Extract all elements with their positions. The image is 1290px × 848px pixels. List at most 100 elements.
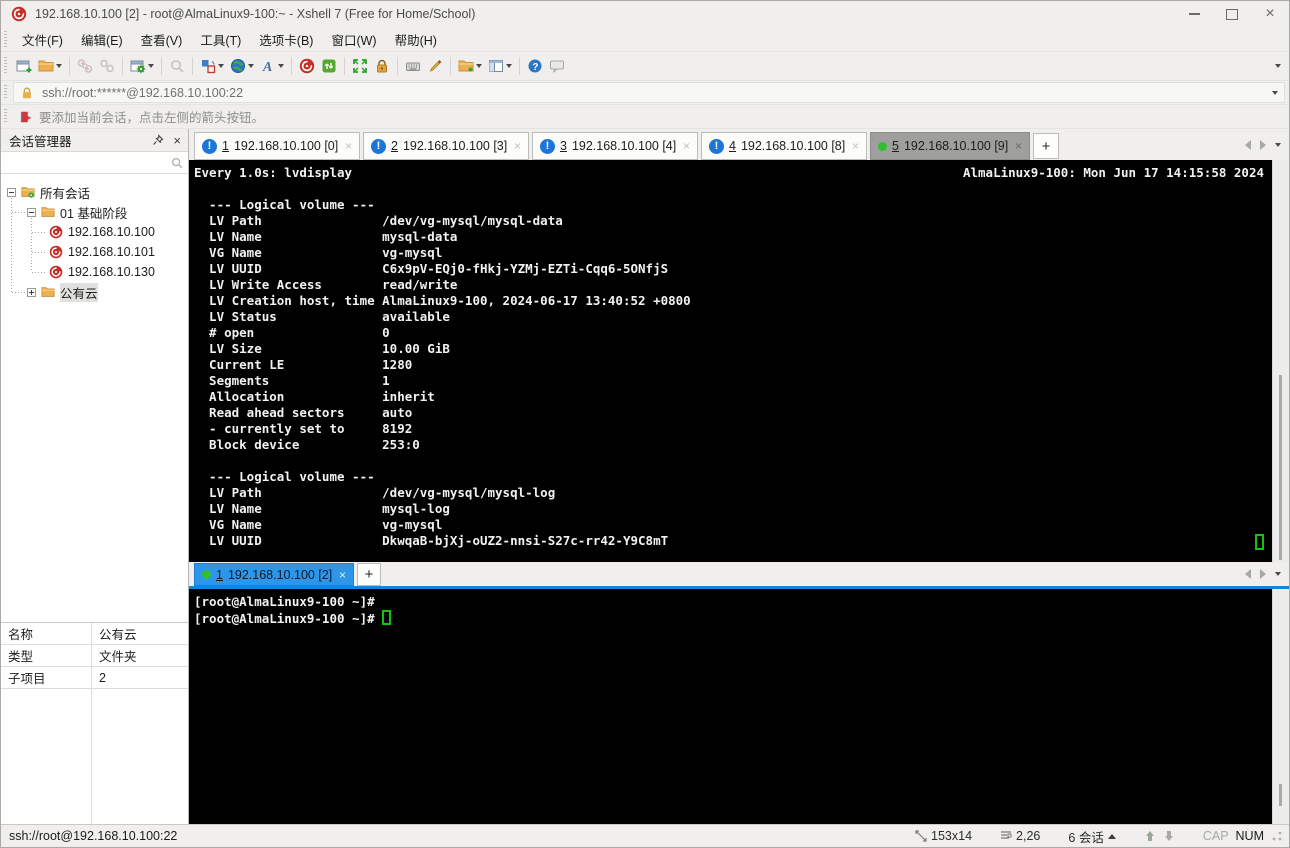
scrollbar-thumb[interactable] (1279, 784, 1282, 806)
toolbar-separator (450, 57, 451, 75)
scroll-tabs-right-icon[interactable] (1260, 139, 1266, 150)
tab-session-5-active[interactable]: 5 192.168.10.100 [9] × (870, 132, 1030, 160)
scroll-tabs-right-icon[interactable] (1260, 569, 1266, 579)
tab-session-2[interactable]: 2 192.168.10.100 [3] × (363, 132, 529, 160)
search-icon (171, 60, 184, 73)
toolbar-overflow-caret-icon[interactable] (1275, 64, 1281, 68)
lock-button[interactable] (371, 54, 393, 78)
expand-expander-icon[interactable] (27, 287, 36, 297)
menu-window[interactable]: 窗口(W) (322, 27, 385, 52)
terminal-bottom-scrollbar[interactable] (1272, 589, 1289, 824)
tab-close-icon[interactable]: × (1015, 139, 1022, 153)
new-terminal-button[interactable] (455, 54, 485, 78)
find-button[interactable] (166, 54, 188, 78)
address-input[interactable] (40, 84, 1266, 101)
fullscreen-button[interactable] (349, 54, 371, 78)
toolbar-grip[interactable] (4, 56, 7, 76)
scroll-down-icon[interactable] (1163, 830, 1175, 842)
scroll-tabs-left-icon[interactable] (1245, 569, 1251, 579)
session-properties-button[interactable] (127, 54, 157, 78)
dropdown-caret-icon[interactable] (218, 64, 224, 68)
collapse-expander-icon[interactable] (7, 187, 16, 197)
tab-session-1[interactable]: 1 192.168.10.100 [0] × (194, 132, 360, 160)
tab-list-caret-icon[interactable] (1275, 142, 1281, 147)
addressbar-grip[interactable] (4, 85, 7, 100)
num-lock-indicator: NUM (1235, 829, 1264, 843)
property-row[interactable]: 名称 公有云 (1, 623, 188, 645)
tab-close-icon[interactable]: × (345, 139, 352, 153)
tree-item-label: 192.168.10.100 (68, 225, 155, 239)
terminal-top-screen[interactable]: Every 1.0s: lvdisplay AlmaLinux9-100: Mo… (189, 160, 1272, 562)
font-button[interactable]: A (257, 54, 287, 78)
tab-close-icon[interactable]: × (852, 139, 859, 153)
globe-icon (231, 59, 245, 73)
tree-item-folder-base[interactable]: 01 基础阶段 (1, 202, 188, 222)
compose-pen-button[interactable] (424, 54, 446, 78)
tree-item-session-100[interactable]: 192.168.10.100 (1, 222, 188, 242)
tab-session-bottom-active[interactable]: 1 192.168.10.100 [2] × (194, 563, 354, 586)
web-button[interactable] (227, 54, 257, 78)
new-tab-button[interactable]: + (357, 563, 381, 586)
new-session-button[interactable] (13, 54, 35, 78)
session-icon (49, 245, 63, 259)
menu-tools[interactable]: 工具(T) (191, 27, 250, 52)
property-row[interactable]: 类型 文件夹 (1, 645, 188, 667)
dropdown-caret-icon[interactable] (148, 64, 154, 68)
scroll-up-icon[interactable] (1144, 830, 1156, 842)
open-session-button[interactable] (35, 54, 65, 78)
main-area: 会话管理器 × 所有会话 01 基础阶段 192.168.10.100 192.… (1, 129, 1289, 824)
terminal-bottom[interactable]: [root@AlmaLinux9-100 ~]# [root@AlmaLinux… (189, 589, 1289, 824)
terminal-bottom-screen[interactable]: [root@AlmaLinux9-100 ~]# [root@AlmaLinux… (189, 589, 1272, 824)
menu-file[interactable]: 文件(F) (13, 27, 72, 52)
tree-item-session-101[interactable]: 192.168.10.101 (1, 242, 188, 262)
pin-icon[interactable] (152, 134, 164, 146)
session-search-input[interactable] (5, 154, 170, 171)
dropdown-caret-icon[interactable] (248, 64, 254, 68)
tab-close-icon[interactable]: × (514, 139, 521, 153)
dropdown-caret-icon[interactable] (506, 64, 512, 68)
xshell-button[interactable] (296, 54, 318, 78)
tab-session-4[interactable]: 4 192.168.10.100 [8] × (701, 132, 867, 160)
menu-view[interactable]: 查看(V) (132, 27, 192, 52)
disconnect-button[interactable] (74, 54, 96, 78)
tree-item-folder-public-cloud[interactable]: 公有云 (1, 282, 188, 302)
dropdown-caret-icon[interactable] (56, 64, 62, 68)
menu-help[interactable]: 帮助(H) (386, 27, 446, 52)
menu-edit[interactable]: 编辑(E) (72, 27, 132, 52)
address-dropdown-caret-icon[interactable] (1272, 90, 1278, 95)
menubar-grip[interactable] (4, 31, 7, 47)
tab-close-icon[interactable]: × (683, 139, 690, 153)
terminal-top[interactable]: Every 1.0s: lvdisplay AlmaLinux9-100: Mo… (189, 160, 1289, 562)
help-button[interactable]: ? (524, 54, 546, 78)
minimize-button[interactable] (1179, 3, 1209, 25)
transfer-button[interactable] (197, 54, 227, 78)
tree-item-session-130[interactable]: 192.168.10.130 (1, 262, 188, 282)
tab-session-3[interactable]: 3 192.168.10.100 [4] × (532, 132, 698, 160)
terminal-top-scrollbar[interactable] (1272, 160, 1289, 562)
tab-list-caret-icon[interactable] (1275, 572, 1281, 576)
dropdown-caret-icon[interactable] (476, 64, 482, 68)
close-button[interactable]: × (1255, 3, 1285, 25)
new-tab-button[interactable]: + (1033, 133, 1059, 159)
tab-close-icon[interactable]: × (339, 568, 346, 582)
dropdown-caret-icon[interactable] (278, 64, 284, 68)
tab-label: 192.168.10.100 [0] (233, 139, 339, 153)
maximize-button[interactable] (1217, 3, 1247, 25)
reconnect-button[interactable] (96, 54, 118, 78)
session-count[interactable]: 6 会话 (1068, 827, 1116, 846)
collapse-expander-icon[interactable] (27, 207, 36, 217)
property-row[interactable]: 子项目 2 (1, 667, 188, 689)
tile-layout-button[interactable] (485, 54, 515, 78)
panel-close-icon[interactable]: × (170, 133, 184, 148)
address-field[interactable] (13, 82, 1285, 103)
feedback-button[interactable] (546, 54, 568, 78)
scrollbar-thumb[interactable] (1279, 375, 1282, 560)
resize-grip[interactable] (1271, 830, 1283, 842)
xftp-button[interactable] (318, 54, 340, 78)
scroll-tabs-left-icon[interactable] (1245, 139, 1251, 150)
keyboard-button[interactable] (402, 54, 424, 78)
infobar-grip[interactable] (4, 109, 7, 124)
tree-item-all-sessions[interactable]: 所有会话 (1, 182, 188, 202)
session-count-caret-icon[interactable] (1107, 833, 1116, 839)
menu-tab[interactable]: 选项卡(B) (250, 27, 322, 52)
